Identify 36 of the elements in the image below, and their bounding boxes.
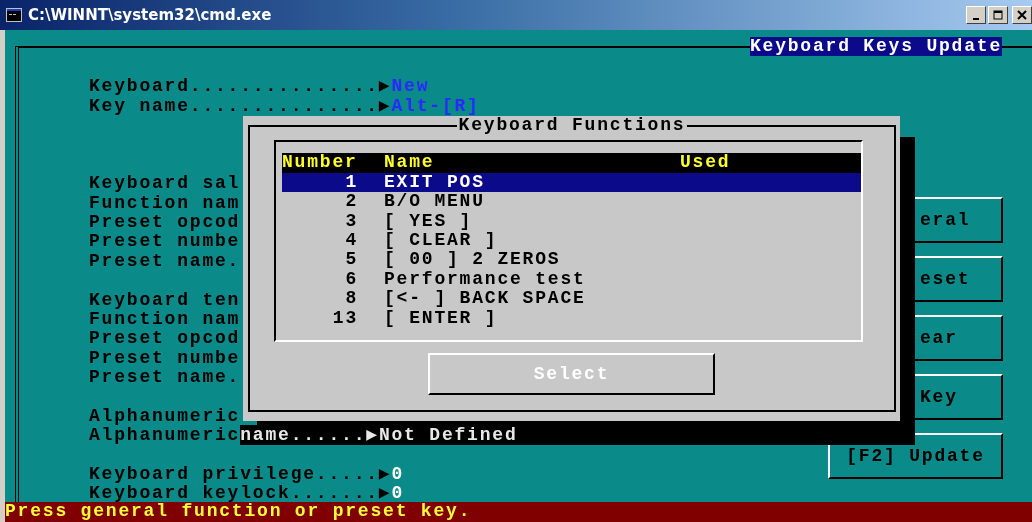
maximize-icon: [993, 10, 1003, 20]
close-icon: [1017, 10, 1027, 20]
field-label: Preset numbe: [89, 231, 241, 252]
field-label: Key name...............▶: [89, 95, 392, 116]
field-label: Preset name.: [89, 250, 241, 271]
field-label: Function nam: [89, 308, 241, 329]
field-value: 0: [391, 483, 405, 504]
field-label: Keyboard...............▶: [89, 76, 392, 97]
field-value: New: [391, 76, 430, 97]
close-button[interactable]: [1012, 6, 1032, 24]
maximize-button[interactable]: [988, 6, 1008, 24]
list-row[interactable]: 1 EXIT POS: [282, 172, 861, 193]
screen-title: Keyboard Keys Update: [749, 37, 1002, 57]
minimize-button[interactable]: [966, 6, 986, 24]
field-label: Keyboard keylock.......▶: [89, 483, 392, 504]
field-value: Alt-[R]: [391, 95, 480, 116]
column-header: Used: [680, 153, 731, 173]
dialog-title: Keyboard Functions: [456, 116, 688, 136]
field-label: Preset opcod: [89, 328, 241, 349]
field-label: name......▶Not Defined: [240, 425, 518, 446]
field-label: Preset numbe: [89, 347, 241, 368]
field-label: Preset name.: [89, 367, 241, 388]
field-label: Keyboard sal: [89, 173, 241, 194]
window-title: C:\WINNT\system32\cmd.exe: [28, 6, 272, 24]
field-label: Alphanumeric: [89, 405, 241, 426]
status-bar: Press general function or preset key.: [5, 502, 1032, 522]
field-label: Function nam: [89, 192, 241, 213]
field-label: Keyboard privilege.....▶: [89, 464, 392, 485]
field-label: Preset opcod: [89, 211, 241, 232]
console-icon: [6, 8, 22, 22]
minimize-icon: [973, 17, 979, 20]
field-label: Alphanumeric: [89, 425, 241, 446]
field-label: Keyboard ten: [89, 289, 241, 310]
field-value: 0: [391, 464, 405, 485]
column-header: Name: [384, 153, 436, 173]
column-header: Number: [282, 153, 359, 173]
